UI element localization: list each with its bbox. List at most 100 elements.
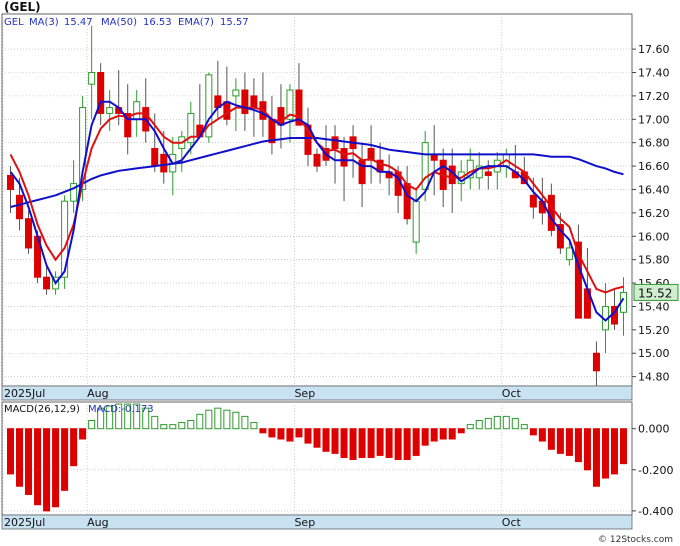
candle-down xyxy=(592,352,600,372)
candle-down xyxy=(43,276,51,290)
macd-bar-negative xyxy=(322,428,330,452)
macd-bar-positive xyxy=(88,419,96,430)
macd-bar-negative xyxy=(268,428,276,438)
legend-item: MA(3) xyxy=(29,17,59,28)
price-tick-label: 16.20 xyxy=(638,207,670,220)
candle-down xyxy=(250,95,258,109)
candle-up xyxy=(232,89,240,97)
legend-item: GEL xyxy=(4,17,24,28)
macd-value-label: MACD:-0.173 xyxy=(88,404,154,415)
macd-tick-label: -0.400 xyxy=(638,505,673,518)
macd-bar-positive xyxy=(187,419,195,430)
macd-bar-negative xyxy=(304,428,312,444)
price-tick-label: 14.80 xyxy=(638,371,670,384)
price-tick-label: 17.40 xyxy=(638,66,670,79)
last-price-label: 15.52 xyxy=(638,286,672,300)
price-panel xyxy=(1,13,633,387)
candle-down xyxy=(25,218,33,249)
macd-bar-negative xyxy=(565,428,573,456)
macd-bar-negative xyxy=(16,428,24,487)
macd-bar-negative xyxy=(538,428,546,442)
macd-tick-label: -0.200 xyxy=(638,464,673,477)
macd-bar-positive xyxy=(196,413,204,430)
macd-bar-negative xyxy=(403,428,411,461)
macd-bar-negative xyxy=(61,428,69,491)
macd-bar-negative xyxy=(412,428,420,456)
candle-up xyxy=(412,200,420,243)
candle-down xyxy=(403,183,411,220)
macd-bar-negative xyxy=(52,428,60,508)
macd-label: MACD(26,12,9) xyxy=(4,404,80,415)
macd-bar-negative xyxy=(259,428,267,434)
candle-down xyxy=(313,153,321,167)
candle-down xyxy=(151,148,159,167)
candle-up xyxy=(421,142,429,190)
macd-panel xyxy=(1,401,633,516)
macd-bar-positive xyxy=(178,422,186,430)
macd-bar-positive xyxy=(232,411,240,430)
macd-x-label: Sep xyxy=(294,516,315,529)
macd-bar-negative xyxy=(25,428,33,495)
legend-item: 15.47 xyxy=(64,17,93,28)
candle-down xyxy=(7,174,15,190)
macd-bar-negative xyxy=(34,428,42,506)
macd-bar-positive xyxy=(466,424,474,430)
macd-bar-negative xyxy=(610,428,618,475)
candle-down xyxy=(340,148,348,167)
price-tick-label: 16.80 xyxy=(638,137,670,150)
macd-bar-negative xyxy=(295,428,303,438)
macd-bar-positive xyxy=(223,409,231,430)
macd-bar-negative xyxy=(367,428,375,458)
macd-bar-negative xyxy=(574,428,582,463)
candle-down xyxy=(331,136,339,150)
candle-down xyxy=(16,194,24,220)
macd-bar-negative xyxy=(430,428,438,442)
price-tick-label: 16.00 xyxy=(638,230,670,243)
macd-bar-negative xyxy=(547,428,555,450)
macd-bar-negative xyxy=(601,428,609,479)
macd-x-label: Aug xyxy=(87,516,108,529)
macd-bar-negative xyxy=(457,428,465,434)
price-tick-label: 17.00 xyxy=(638,113,670,126)
macd-bar-negative xyxy=(79,428,87,440)
macd-bar-negative xyxy=(7,428,15,475)
candle-up xyxy=(106,107,114,114)
macd-bar-negative xyxy=(529,428,537,436)
macd-bar-negative xyxy=(331,428,339,454)
candle-down xyxy=(160,153,168,173)
candle-down xyxy=(484,171,492,176)
price-tick-label: 17.60 xyxy=(638,43,670,56)
macd-bar-negative xyxy=(619,428,628,465)
macd-bar-negative xyxy=(448,428,456,440)
price-tick-label: 15.40 xyxy=(638,300,670,313)
candle-down xyxy=(529,194,537,208)
candle-down xyxy=(223,101,231,120)
price-tick-label: 15.20 xyxy=(638,324,670,337)
macd-bar-negative xyxy=(340,428,348,458)
macd-bar-negative xyxy=(70,428,78,467)
chart-svg: 17.60 17.40 17.20 17.00 16.80 16.60 16.40 16.20… xyxy=(1,0,679,545)
price-tick-label: 16.40 xyxy=(638,183,670,196)
macd-bar-positive xyxy=(475,419,483,430)
macd-bar-positive xyxy=(205,409,213,430)
macd-bar-positive xyxy=(160,424,168,430)
stock-chart-page: 17.60 17.40 17.20 17.00 16.80 16.60 16.40 16.20… xyxy=(0,0,680,546)
chart-title: (GEL) xyxy=(4,0,41,14)
macd-bar-negative xyxy=(313,428,321,448)
macd-bar-negative xyxy=(43,428,51,512)
price-tick-label: 15.80 xyxy=(638,254,670,267)
price-tick-label: 15.00 xyxy=(638,347,670,360)
macd-bar-positive xyxy=(241,415,249,430)
macd-bar-negative xyxy=(394,428,402,461)
macd-x-label: Oct xyxy=(502,516,522,529)
macd-bar-positive xyxy=(520,424,528,430)
legend-item: EMA(7) xyxy=(178,17,214,28)
macd-bar-positive xyxy=(484,417,492,430)
macd-bar-positive xyxy=(214,407,222,430)
macd-bar-positive xyxy=(493,415,501,430)
footer-copyright: © 12Stocks.com xyxy=(598,535,673,545)
candle-down xyxy=(241,89,249,114)
candle-up xyxy=(88,71,96,85)
candle-up xyxy=(565,247,573,261)
macd-bar-negative xyxy=(439,428,447,440)
